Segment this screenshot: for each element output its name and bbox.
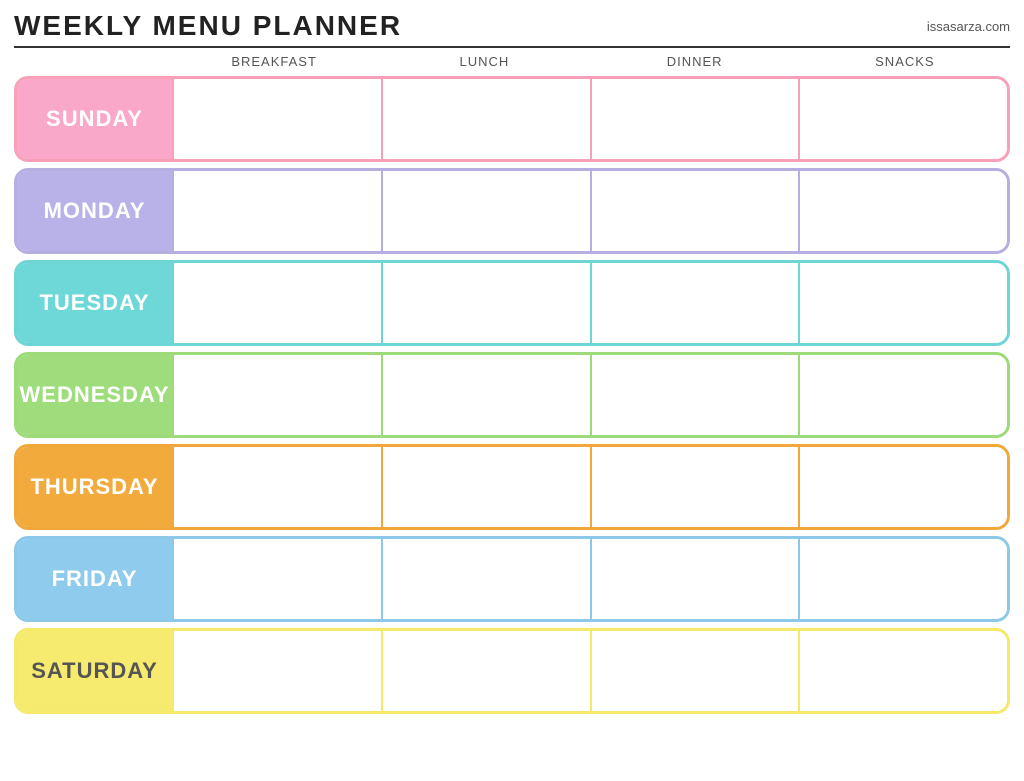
monday-lunch[interactable] [381,171,590,251]
page-header: Weekly Menu Planner issasarza.com [14,10,1010,48]
friday-breakfast[interactable] [172,539,381,619]
tuesday-snacks[interactable] [798,263,1007,343]
row-thursday: Thursday [14,444,1010,530]
saturday-snacks[interactable] [798,631,1007,711]
row-monday: Monday [14,168,1010,254]
label-sunday: Sunday [17,79,172,159]
wednesday-breakfast[interactable] [172,355,381,435]
thursday-breakfast[interactable] [172,447,381,527]
thursday-snacks[interactable] [798,447,1007,527]
wednesday-snacks[interactable] [798,355,1007,435]
label-monday: Monday [17,171,172,251]
label-thursday: Thursday [17,447,172,527]
tuesday-dinner[interactable] [590,263,799,343]
sunday-breakfast[interactable] [172,79,381,159]
col-header-lunch: Lunch [379,52,589,71]
sunday-snacks[interactable] [798,79,1007,159]
saturday-dinner[interactable] [590,631,799,711]
website-label: issasarza.com [927,19,1010,34]
row-friday: Friday [14,536,1010,622]
friday-dinner[interactable] [590,539,799,619]
days-container: Sunday Monday Tuesday Wednesday Thursday… [14,76,1010,714]
label-tuesday: Tuesday [17,263,172,343]
col-header-day [14,52,169,71]
monday-snacks[interactable] [798,171,1007,251]
row-wednesday: Wednesday [14,352,1010,438]
label-saturday: Saturday [17,631,172,711]
tuesday-lunch[interactable] [381,263,590,343]
saturday-lunch[interactable] [381,631,590,711]
label-friday: Friday [17,539,172,619]
thursday-dinner[interactable] [590,447,799,527]
wednesday-lunch[interactable] [381,355,590,435]
row-tuesday: Tuesday [14,260,1010,346]
sunday-lunch[interactable] [381,79,590,159]
monday-breakfast[interactable] [172,171,381,251]
row-sunday: Sunday [14,76,1010,162]
friday-lunch[interactable] [381,539,590,619]
col-header-snacks: Snacks [800,52,1010,71]
row-saturday: Saturday [14,628,1010,714]
col-header-dinner: Dinner [590,52,800,71]
col-header-breakfast: Breakfast [169,52,379,71]
saturday-breakfast[interactable] [172,631,381,711]
column-headers: Breakfast Lunch Dinner Snacks [14,52,1010,71]
thursday-lunch[interactable] [381,447,590,527]
sunday-dinner[interactable] [590,79,799,159]
label-wednesday: Wednesday [17,355,172,435]
tuesday-breakfast[interactable] [172,263,381,343]
friday-snacks[interactable] [798,539,1007,619]
page-title: Weekly Menu Planner [14,10,402,42]
wednesday-dinner[interactable] [590,355,799,435]
monday-dinner[interactable] [590,171,799,251]
